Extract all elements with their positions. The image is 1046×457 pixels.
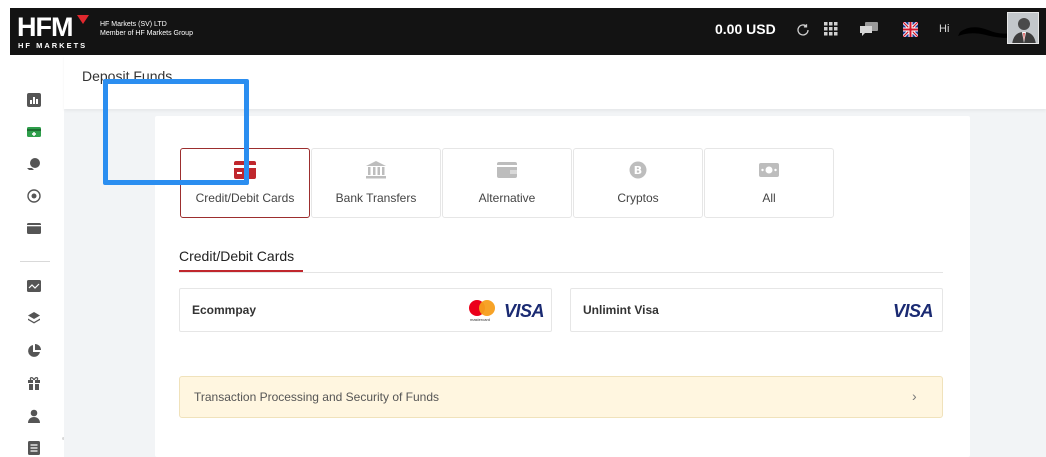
method-all[interactable]: All	[704, 148, 834, 218]
top-bar: HFM HF MARKETS HF Markets (SV) LTD Membe…	[10, 8, 1046, 55]
method-alternative[interactable]: Alternative	[442, 148, 572, 218]
method-label: Bank Transfers	[335, 191, 417, 205]
deposit-panel: Credit/Debit Cards Bank Transfers Altern…	[155, 116, 970, 457]
chat-icon[interactable]	[860, 22, 878, 37]
bank-icon	[366, 161, 386, 179]
chevron-right-icon: ›	[912, 388, 917, 404]
wallet-icon[interactable]	[27, 221, 41, 235]
sidebar-divider	[20, 261, 50, 262]
pie-chart-icon[interactable]	[27, 344, 41, 358]
deposit-icon[interactable]	[27, 125, 41, 139]
greeting-text: Hi	[939, 23, 950, 35]
logo-text: HFM	[17, 12, 73, 42]
svg-text:B: B	[634, 164, 642, 177]
trading-chart-icon[interactable]	[27, 279, 41, 293]
provider-unlimint-visa[interactable]: Unlimint Visa VISA	[570, 288, 943, 332]
gift-icon[interactable]	[27, 376, 41, 390]
user-avatar-icon	[1008, 13, 1038, 43]
apps-grid-icon[interactable]	[824, 22, 838, 36]
user-icon[interactable]	[27, 409, 41, 423]
hfm-logo[interactable]: HFM HF MARKETS	[17, 12, 101, 52]
notice-text: Transaction Processing and Security of F…	[194, 390, 440, 404]
provider-name: Ecommpay	[192, 303, 257, 317]
company-name: HF Markets (SV) LTD	[100, 21, 167, 28]
provider-ecommpay[interactable]: Ecommpay mastercard VISA	[179, 288, 552, 332]
mastercard-logo: mastercard	[469, 300, 497, 324]
wallet-icon	[497, 162, 517, 178]
transfer-icon[interactable]	[27, 189, 41, 203]
left-sidebar	[10, 55, 65, 457]
account-balance: 0.00 USD	[715, 21, 776, 37]
company-group: Member of HF Markets Group	[100, 30, 193, 37]
bitcoin-icon: B	[629, 161, 647, 179]
list-icon[interactable]	[27, 441, 41, 455]
section-title: Credit/Debit Cards	[179, 248, 295, 264]
withdraw-icon[interactable]	[27, 157, 41, 171]
method-label: All	[762, 191, 776, 205]
provider-name: Unlimint Visa	[583, 303, 659, 317]
method-bank-transfers[interactable]: Bank Transfers	[311, 148, 441, 218]
cash-icon	[759, 163, 779, 177]
uk-flag-icon[interactable]	[903, 22, 918, 37]
selection-highlight-box	[103, 79, 249, 185]
method-cryptos[interactable]: B Cryptos	[573, 148, 703, 218]
mastercard-orange-circle	[479, 300, 495, 316]
bar-chart-icon[interactable]	[27, 93, 41, 107]
section-title-underline	[179, 270, 303, 272]
method-label: Cryptos	[617, 191, 659, 205]
method-label: Credit/Debit Cards	[195, 191, 295, 205]
section-divider	[179, 272, 943, 273]
company-info: HF Markets (SV) LTD Member of HF Markets…	[100, 20, 193, 38]
method-label: Alternative	[478, 191, 536, 205]
visa-logo: VISA	[893, 301, 934, 321]
mastercard-wordmark: mastercard	[470, 317, 491, 322]
visa-logo: VISA	[504, 301, 545, 321]
layers-icon[interactable]	[27, 311, 41, 325]
refresh-icon[interactable]	[795, 22, 811, 38]
logo-accent	[77, 15, 89, 24]
avatar[interactable]	[1007, 12, 1039, 44]
logo-subtext: HF MARKETS	[18, 41, 88, 50]
security-funds-notice[interactable]: Transaction Processing and Security of F…	[179, 376, 943, 418]
